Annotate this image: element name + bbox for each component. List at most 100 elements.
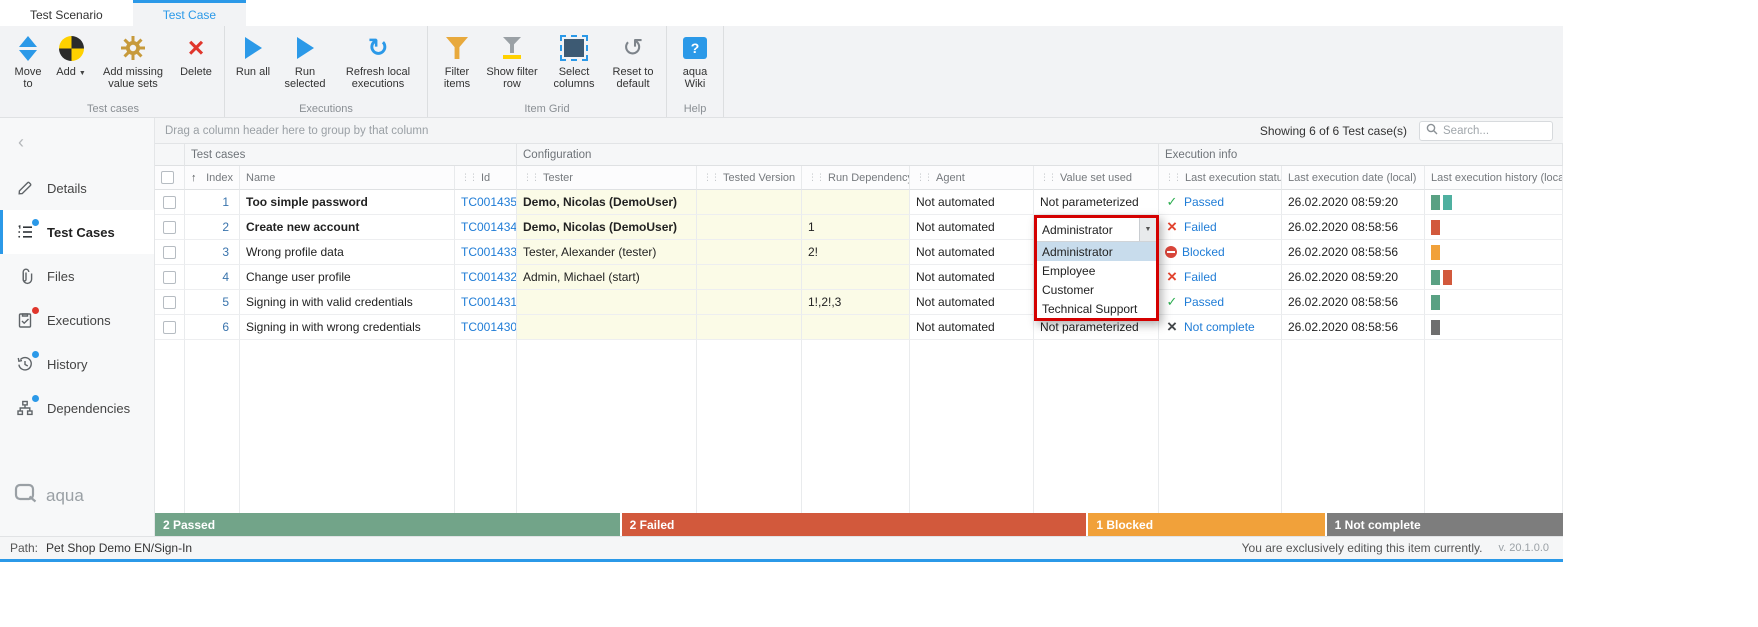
cell-run-dependency[interactable]: 1!,2!,3 [802, 290, 910, 315]
cell-run-dependency[interactable] [802, 315, 910, 340]
row-checkbox[interactable] [155, 315, 185, 340]
add-missing-value-sets-button[interactable]: Add missing value sets [93, 31, 173, 92]
sidebar-collapse-chevron[interactable]: ‹ [0, 118, 154, 166]
cell-name[interactable]: Signing in with valid credentials [240, 290, 455, 315]
history-bars[interactable] [1425, 290, 1563, 315]
add-button[interactable]: Add▼ [49, 31, 93, 82]
sidebar-item-executions[interactable]: Executions [0, 298, 154, 342]
history-bars[interactable] [1425, 240, 1563, 265]
sidebar-item-dependencies[interactable]: Dependencies [0, 386, 154, 430]
cell-execution-status[interactable]: Not complete [1159, 315, 1282, 340]
cell-tested-version[interactable] [697, 290, 802, 315]
cell-tested-version[interactable] [697, 215, 802, 240]
drag-handle-icon: ⋮⋮ [1165, 172, 1181, 183]
row-checkbox[interactable] [155, 265, 185, 290]
cell-name[interactable]: Wrong profile data [240, 240, 455, 265]
dropdown-option[interactable]: Employee [1037, 261, 1156, 280]
table-row: 4 Change user profile TC001432 Admin, Mi… [155, 265, 1563, 290]
column-header-value-set-used[interactable]: ⋮⋮Value set used [1034, 166, 1159, 190]
cell-execution-status[interactable]: Failed [1159, 215, 1282, 240]
row-checkbox[interactable] [155, 215, 185, 240]
reset-to-default-button[interactable]: ↺ Reset to default [605, 31, 661, 92]
aqua-wiki-button[interactable]: ? aqua Wiki [672, 31, 718, 92]
cell-execution-status[interactable]: Blocked [1159, 240, 1282, 265]
column-header-name[interactable]: Name [240, 166, 455, 190]
cell-execution-date: 26.02.2020 08:59:20 [1282, 190, 1425, 215]
filter-items-button[interactable]: Filter items [433, 31, 481, 92]
dropdown-option[interactable]: Customer [1037, 280, 1156, 299]
cell-value-set[interactable]: Not parameterized [1034, 190, 1159, 215]
dropdown-option[interactable]: Administrator [1037, 242, 1156, 261]
search-input[interactable] [1443, 125, 1546, 137]
cell-tester[interactable]: Admin, Michael (start) [517, 265, 697, 290]
cell-name[interactable]: Signing in with wrong credentials [240, 315, 455, 340]
cell-name[interactable]: Change user profile [240, 265, 455, 290]
sidebar-item-files[interactable]: Files [0, 254, 154, 298]
cell-execution-status[interactable]: Failed [1159, 265, 1282, 290]
history-bars[interactable] [1425, 315, 1563, 340]
search-box[interactable] [1419, 121, 1553, 141]
row-checkbox[interactable] [155, 240, 185, 265]
cell-tester[interactable] [517, 290, 697, 315]
dropdown-option[interactable]: Technical Support [1037, 299, 1156, 318]
select-columns-button[interactable]: Select columns [543, 31, 605, 92]
tab-test-scenario[interactable]: Test Scenario [0, 0, 133, 26]
id-link[interactable]: TC001432 [455, 265, 517, 290]
app-window: Test Scenario Test Case Move to Add▼ Add… [0, 0, 1563, 562]
column-header-agent[interactable]: ⋮⋮Agent [910, 166, 1034, 190]
cell-run-dependency[interactable] [802, 265, 910, 290]
history-bars[interactable] [1425, 265, 1563, 290]
id-link[interactable]: TC001430 [455, 315, 517, 340]
column-header-index[interactable]: ↑Index [185, 166, 240, 190]
cell-tester[interactable]: Tester, Alexander (tester) [517, 240, 697, 265]
select-all-checkbox[interactable] [155, 166, 185, 190]
run-all-button[interactable]: Run all [230, 31, 276, 80]
id-link[interactable]: TC001435 [455, 190, 517, 215]
sidebar-item-history[interactable]: History [0, 342, 154, 386]
column-header-last-execution-status[interactable]: ⋮⋮Last execution statu... [1159, 166, 1282, 190]
column-header-tester[interactable]: ⋮⋮Tester [517, 166, 697, 190]
group-by-bar[interactable]: Drag a column header here to group by th… [155, 118, 1563, 144]
cell-tested-version[interactable] [697, 315, 802, 340]
row-checkbox[interactable] [155, 290, 185, 315]
history-bars[interactable] [1425, 190, 1563, 215]
id-link[interactable]: TC001433 [455, 240, 517, 265]
id-link[interactable]: TC001434 [455, 215, 517, 240]
move-to-button[interactable]: Move to [7, 31, 49, 92]
cell-agent: Not automated [910, 190, 1034, 215]
run-selected-button[interactable]: Run selected [276, 31, 334, 92]
cell-execution-status[interactable]: Passed [1159, 290, 1282, 315]
cell-tested-version[interactable] [697, 240, 802, 265]
cell-execution-status[interactable]: Passed [1159, 190, 1282, 215]
aqua-logo-glyph [14, 483, 38, 508]
cell-tester[interactable]: Demo, Nicolas (DemoUser) [517, 190, 697, 215]
delete-button[interactable]: × Delete [173, 31, 219, 80]
cell-agent: Not automated [910, 265, 1034, 290]
row-checkbox[interactable] [155, 190, 185, 215]
show-filter-row-button[interactable]: Show filter row [481, 31, 543, 92]
id-link[interactable]: TC001431 [455, 290, 517, 315]
cell-run-dependency[interactable]: 1 [802, 215, 910, 240]
sidebar-item-test-cases[interactable]: Test Cases [0, 210, 154, 254]
cell-name[interactable]: Create new account [240, 215, 455, 240]
ribbon-group-label: Help [672, 101, 718, 116]
cell-tested-version[interactable] [697, 265, 802, 290]
refresh-local-executions-button[interactable]: ↻ Refresh local executions [334, 31, 422, 92]
value-set-combobox[interactable]: Administrator ▼ [1037, 218, 1156, 242]
chevron-down-icon[interactable]: ▼ [1139, 218, 1156, 241]
cell-run-dependency[interactable] [802, 190, 910, 215]
sidebar-item-details[interactable]: Details [0, 166, 154, 210]
history-bars[interactable] [1425, 215, 1563, 240]
cell-run-dependency[interactable]: 2! [802, 240, 910, 265]
column-header-id[interactable]: ⋮⋮Id [455, 166, 517, 190]
column-header-run-dependency[interactable]: ⋮⋮Run Dependency? [802, 166, 910, 190]
cell-tester[interactable] [517, 315, 697, 340]
ribbon-toolbar: Move to Add▼ Add missing value sets × De… [0, 26, 1563, 118]
cell-tested-version[interactable] [697, 190, 802, 215]
column-header-last-execution-date[interactable]: Last execution date (local) [1282, 166, 1425, 190]
cell-tester[interactable]: Demo, Nicolas (DemoUser) [517, 215, 697, 240]
column-header-last-execution-history[interactable]: Last execution history (local) [1425, 166, 1563, 190]
tab-test-case[interactable]: Test Case [133, 0, 246, 26]
column-header-tested-version[interactable]: ⋮⋮Tested Version [697, 166, 802, 190]
cell-name[interactable]: Too simple password [240, 190, 455, 215]
